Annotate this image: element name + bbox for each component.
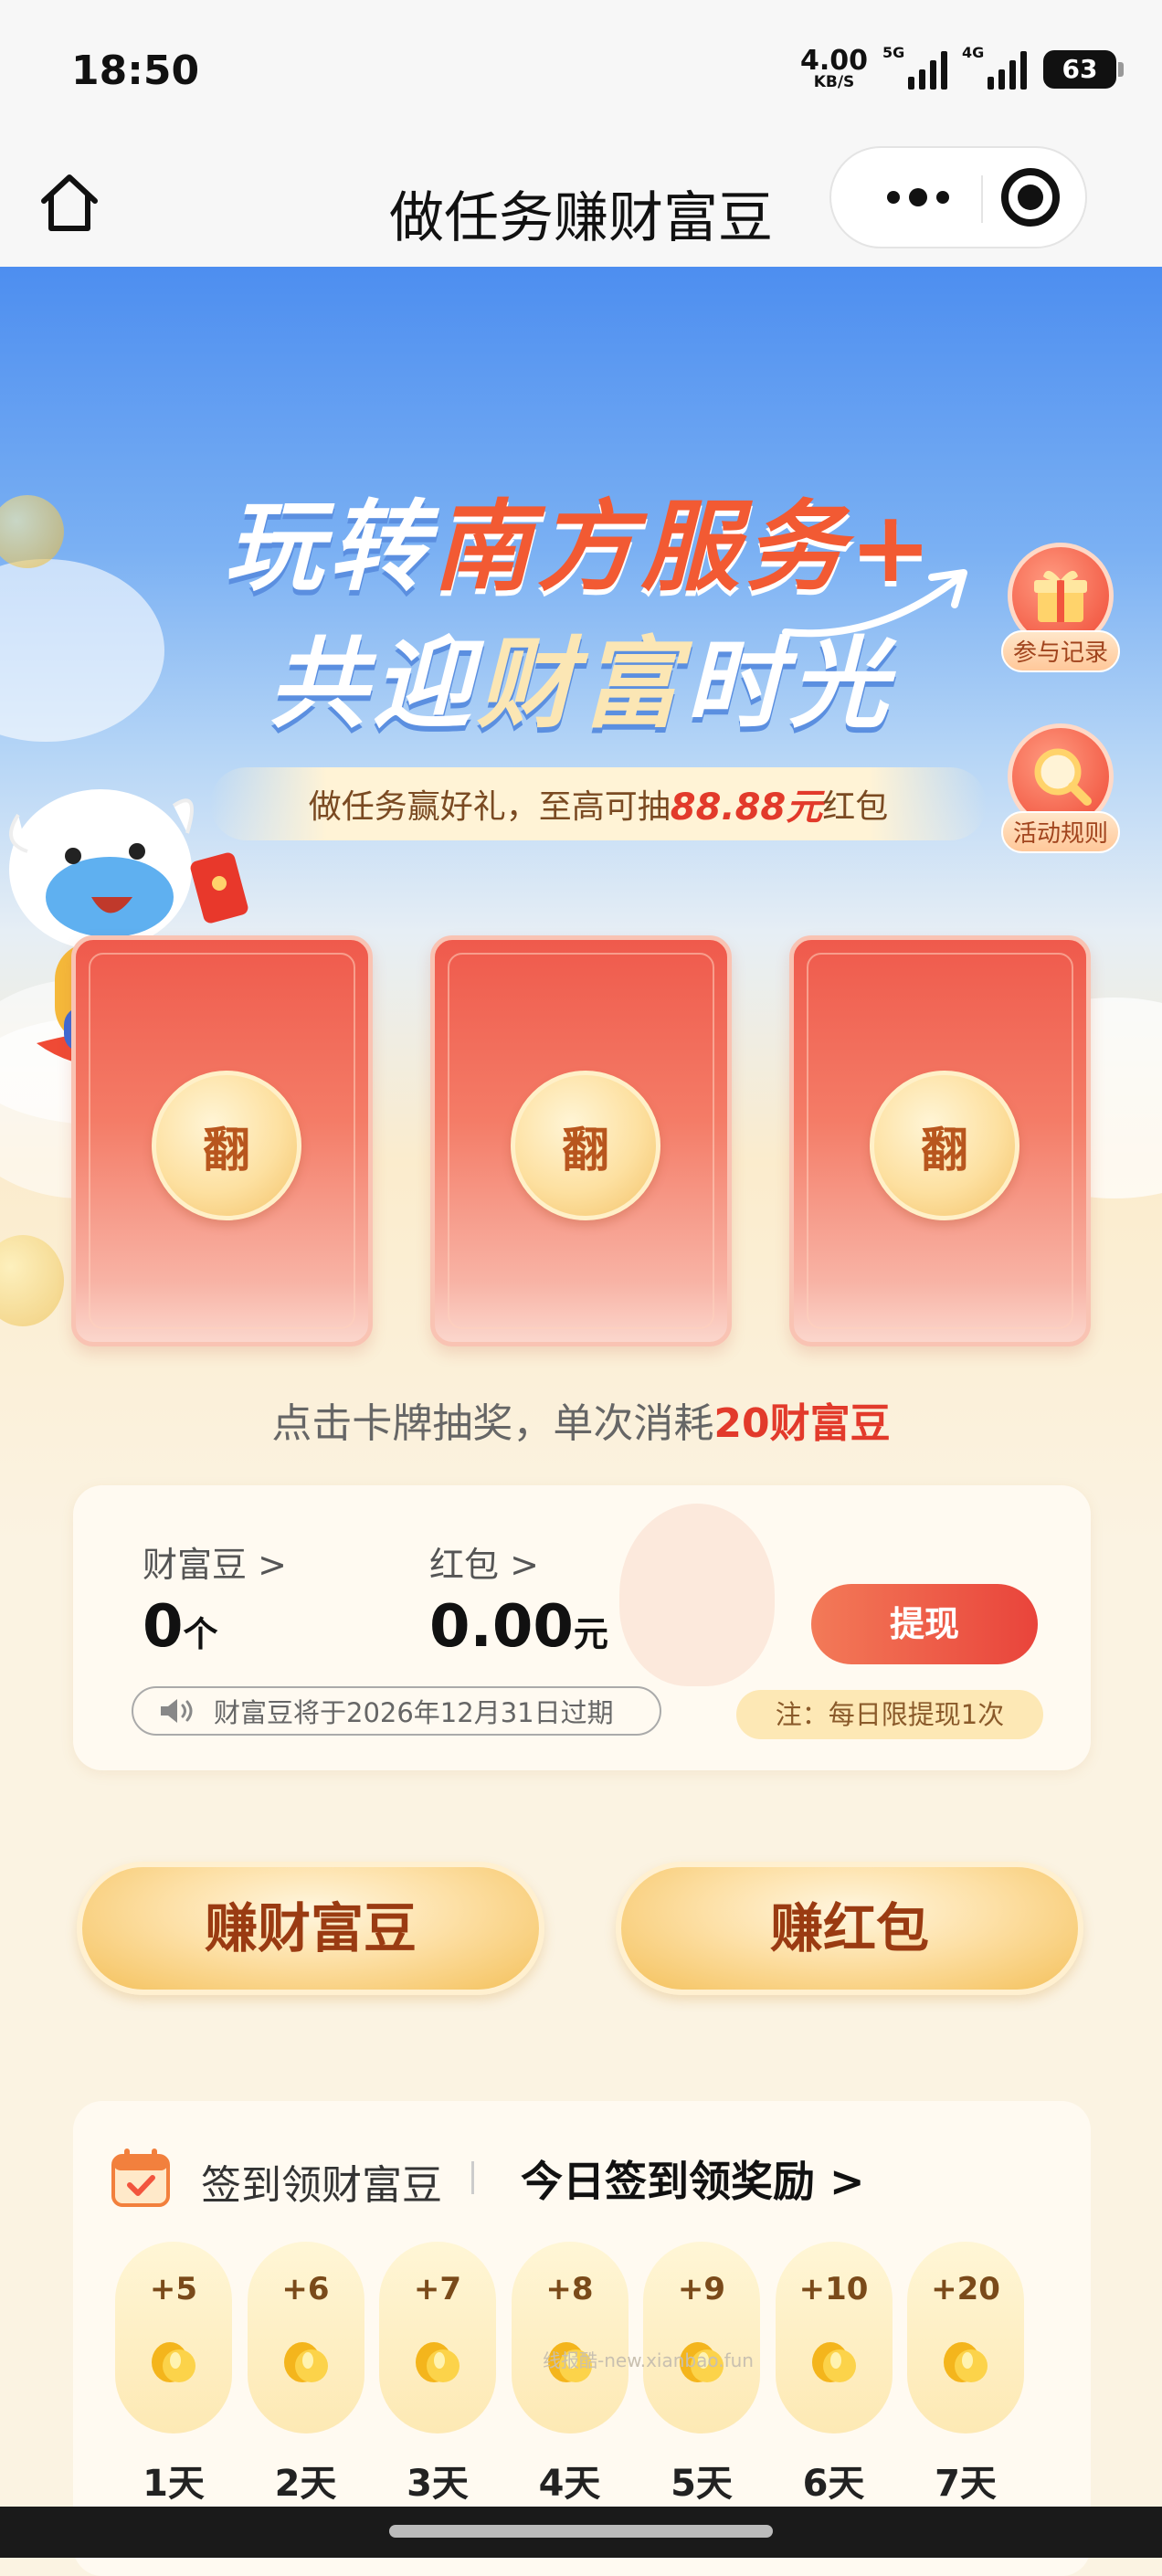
sim2-label: 4G bbox=[962, 43, 985, 61]
flip-button[interactable]: 翻 bbox=[152, 1071, 301, 1220]
earn-beans-button[interactable]: 赚财富豆 bbox=[77, 1862, 544, 1995]
calendar-icon bbox=[111, 2148, 170, 2207]
lottery-hint: 点击卡牌抽奖，单次消耗20财富豆 bbox=[0, 1390, 1162, 1449]
hero-title-part: 共迎 bbox=[268, 628, 477, 742]
money-bag-icon bbox=[619, 1504, 775, 1686]
sign-in-day[interactable]: +8 bbox=[511, 2242, 629, 2433]
net-speed: 4.00 KB/S bbox=[800, 48, 868, 90]
nav-bar: 做任务赚财富豆 bbox=[0, 146, 1162, 267]
sign-in-day[interactable]: +10 bbox=[775, 2242, 893, 2433]
day-points: +20 bbox=[931, 2271, 1000, 2307]
subtitle-amount: 88.88元 bbox=[670, 787, 823, 829]
sign-in-day[interactable]: +20 bbox=[907, 2242, 1024, 2433]
status-indicators: 4.00 KB/S 5G 4G 63 bbox=[800, 44, 1124, 90]
sim1-label: 5G bbox=[882, 43, 905, 61]
mini-program-capsule bbox=[829, 146, 1087, 248]
status-time: 18:50 bbox=[71, 48, 200, 94]
bean-coin-icon bbox=[412, 2329, 463, 2384]
bean-coin-icon bbox=[940, 2329, 991, 2384]
expire-notice: 财富豆将于2026年12月31日过期 bbox=[132, 1686, 661, 1736]
flip-button[interactable]: 翻 bbox=[511, 1071, 660, 1220]
day-label: 5天 bbox=[671, 2463, 733, 2505]
flip-button[interactable]: 翻 bbox=[870, 1071, 1019, 1220]
beans-link[interactable]: 财富豆 > bbox=[143, 1536, 287, 1587]
redpacket-value: 0.00 bbox=[429, 1593, 574, 1661]
hero-section: 玩转南方服务+ 共迎财富时光 做任务赢好礼，至高可抽 88.88元 红包 参与记录 bbox=[0, 267, 1162, 1546]
beans-balance: 0个 bbox=[143, 1593, 218, 1661]
day-points: +5 bbox=[149, 2271, 198, 2307]
home-indicator[interactable] bbox=[389, 2525, 773, 2538]
hero-title-part: 时光 bbox=[685, 628, 894, 742]
day-label: 1天 bbox=[143, 2463, 205, 2505]
lottery-card[interactable]: 翻 bbox=[789, 935, 1091, 1346]
bean-coin-icon bbox=[280, 2329, 332, 2384]
subtitle-prefix: 做任务赢好礼，至高可抽 bbox=[308, 788, 671, 826]
target-icon[interactable] bbox=[1001, 168, 1060, 227]
balance-panel: 财富豆 > 0个 红包 > 0.00元 提现 财富豆将于2026年12月31日过… bbox=[73, 1485, 1091, 1770]
lottery-card[interactable]: 翻 bbox=[430, 935, 732, 1346]
hero-title-part: 玩转 bbox=[224, 491, 433, 605]
watermark: 线报酷-new.xianbao.fun bbox=[543, 2349, 754, 2371]
net-speed-unit: KB/S bbox=[813, 73, 855, 91]
earn-redpacket-button[interactable]: 赚红包 bbox=[616, 1862, 1083, 1995]
coin-decoration bbox=[0, 1235, 64, 1326]
sign-in-day[interactable]: +9 bbox=[643, 2242, 760, 2433]
speaker-icon bbox=[161, 1699, 193, 1723]
day-points: +9 bbox=[677, 2271, 726, 2307]
bean-coin-icon bbox=[148, 2329, 199, 2384]
rules-button[interactable]: 活动规则 bbox=[1001, 723, 1120, 853]
signal-4g-icon: 4G bbox=[962, 44, 1027, 90]
day-points: +10 bbox=[798, 2271, 869, 2307]
day-label: 7天 bbox=[935, 2463, 997, 2505]
redpacket-balance: 0.00元 bbox=[429, 1593, 608, 1661]
sign-in-panel: 签到领财富豆 今日签到领奖励 > +5 1天 +6 2天 +7 3天 +8 4天 +9 5天 +10… bbox=[73, 2101, 1091, 2576]
capsule-divider bbox=[981, 175, 983, 223]
bean-coin-icon bbox=[808, 2329, 860, 2384]
day-label: 4天 bbox=[538, 2463, 601, 2505]
signal-5g-icon: 5G bbox=[882, 44, 947, 90]
hint-prefix: 点击卡牌抽奖，单次消耗 bbox=[271, 1400, 714, 1447]
lottery-cards: 翻 翻 翻 bbox=[71, 935, 1091, 1346]
sign-in-day[interactable]: +6 bbox=[247, 2242, 364, 2433]
sign-in-day[interactable]: +5 bbox=[115, 2242, 232, 2433]
withdraw-button[interactable]: 提现 bbox=[811, 1584, 1038, 1664]
net-speed-value: 4.00 bbox=[799, 45, 868, 77]
day-label: 6天 bbox=[802, 2463, 865, 2505]
redpacket-unit: 元 bbox=[573, 1614, 608, 1654]
subtitle-suffix: 红包 bbox=[822, 788, 889, 826]
sign-in-title: 签到领财富豆 bbox=[201, 2162, 442, 2209]
sign-in-divider bbox=[471, 2161, 474, 2194]
hero-title-line1: 玩转南方服务+ bbox=[0, 468, 1162, 610]
more-icon[interactable] bbox=[859, 148, 977, 247]
system-home-bar bbox=[0, 2507, 1162, 2558]
day-points: +8 bbox=[545, 2271, 594, 2307]
redpacket-link[interactable]: 红包 > bbox=[429, 1536, 539, 1587]
status-bar: 18:50 4.00 KB/S 5G 4G 63 bbox=[0, 0, 1162, 146]
hint-cost: 20财富豆 bbox=[713, 1400, 891, 1447]
today-sign-in-link[interactable]: 今日签到领奖励 > bbox=[521, 2148, 865, 2209]
day-label: 2天 bbox=[274, 2463, 337, 2505]
battery-level: 63 bbox=[1062, 54, 1098, 84]
lottery-card[interactable]: 翻 bbox=[71, 935, 373, 1346]
sign-in-day[interactable]: +7 bbox=[379, 2242, 496, 2433]
beans-value: 0 bbox=[143, 1593, 184, 1661]
withdraw-note: 注：每日限提现1次 bbox=[736, 1690, 1043, 1739]
hero-title-highlight: 财富 bbox=[476, 628, 685, 742]
day-label: 3天 bbox=[407, 2463, 469, 2505]
hero-subtitle: 做任务赢好礼，至高可抽 88.88元 红包 bbox=[210, 767, 987, 840]
expire-text: 财富豆将于2026年12月31日过期 bbox=[214, 1697, 614, 1728]
day-points: +6 bbox=[281, 2271, 330, 2307]
battery-icon: 63 bbox=[1043, 49, 1124, 89]
beans-unit: 个 bbox=[183, 1614, 218, 1654]
record-button[interactable]: 参与记录 bbox=[1001, 543, 1120, 672]
day-points: +7 bbox=[413, 2271, 462, 2307]
